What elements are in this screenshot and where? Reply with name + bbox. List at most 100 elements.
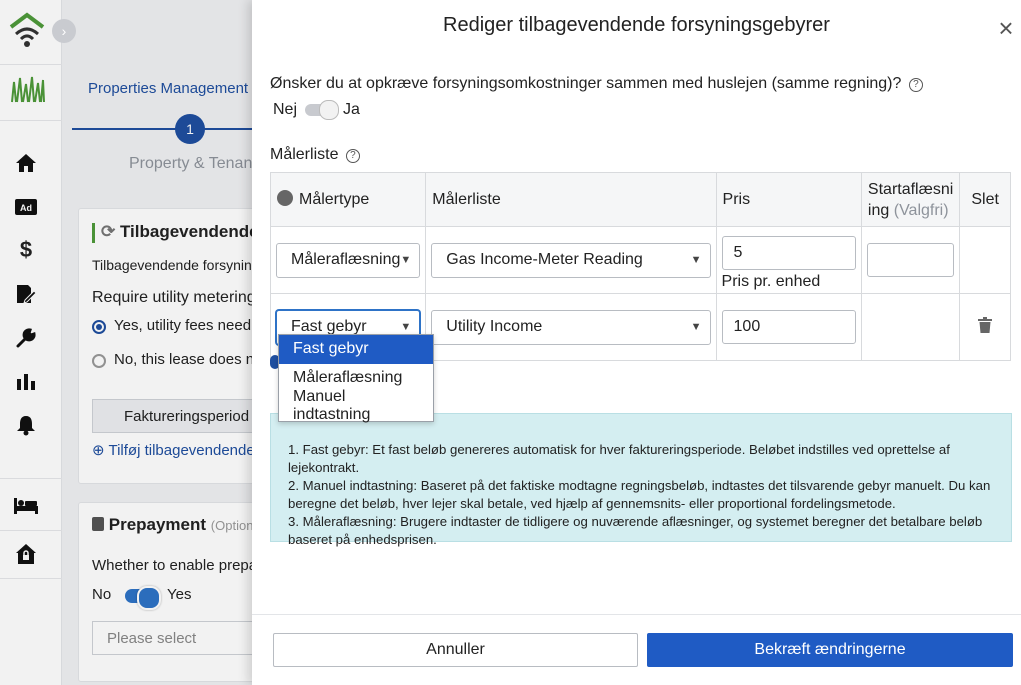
- chevron-down-icon: ▼: [690, 321, 702, 333]
- prepayment-select[interactable]: Please select: [92, 621, 262, 655]
- column-header-start-reading: Startaflæsni ing (Valgfri): [860, 172, 961, 227]
- toggle-yes-label: Ja: [343, 101, 360, 118]
- plus-circle-icon: ⊕: [92, 442, 105, 459]
- delete-cell: [959, 226, 1011, 294]
- start-reading-cell: [860, 226, 961, 294]
- prepayment-toggle[interactable]: [125, 586, 161, 610]
- list-cell: Gas Income-Meter Reading ▼: [425, 226, 717, 294]
- add-recurring-link[interactable]: ⊕ Tilføj tilbagevendende: [92, 441, 255, 459]
- wifi-house-logo-icon[interactable]: [8, 12, 46, 48]
- prepayment-optional-note: (Option: [210, 518, 254, 533]
- chevron-down-icon: ▼: [400, 254, 412, 266]
- sidebar-divider: [0, 530, 62, 531]
- column-header-type: Målertype: [269, 172, 427, 227]
- prepayment-title-text: Prepayment: [108, 515, 207, 534]
- radio-no-label: No, this lease does no: [114, 351, 262, 368]
- step-indicator: 1: [175, 114, 205, 144]
- confirm-changes-button[interactable]: Bekræft ændringerne: [647, 633, 1013, 667]
- price-cell: 100: [715, 293, 862, 361]
- help-icon[interactable]: ?: [908, 78, 923, 92]
- home-icon[interactable]: [13, 150, 39, 176]
- meter-list-label: Målerliste ?: [270, 146, 360, 164]
- meter-list-value: Utility Income: [446, 318, 543, 335]
- list-cell: Utility Income ▼: [425, 293, 717, 361]
- palette-icon: [277, 190, 293, 206]
- meter-list-select[interactable]: Utility Income ▼: [431, 309, 711, 345]
- card-title: ⟳ Tilbagevendende: [101, 222, 259, 242]
- meter-type-select[interactable]: Måleraflæsning ▼: [276, 242, 421, 278]
- prepayment-title: Prepayment (Option: [92, 515, 253, 535]
- bell-icon[interactable]: [13, 412, 39, 438]
- cancel-button[interactable]: Annuller: [273, 633, 638, 667]
- delete-cell: [959, 293, 1011, 361]
- bar-chart-icon[interactable]: [13, 368, 39, 394]
- combine-billing-question: Ønsker du at opkræve forsyningsomkostnin…: [270, 75, 923, 93]
- add-recurring-link-text: Tilføj tilbagevendende: [108, 442, 255, 459]
- prepayment-question: Whether to enable prepa: [92, 557, 258, 574]
- tab-properties-management[interactable]: Properties Management (W: [88, 80, 262, 97]
- meter-list-select[interactable]: Gas Income-Meter Reading ▼: [431, 242, 711, 278]
- grass-logo-icon: [10, 74, 46, 104]
- footer-divider: [252, 614, 1021, 615]
- wallet-icon: [92, 517, 104, 531]
- refresh-icon: ⟳: [101, 222, 116, 241]
- help-icon[interactable]: ?: [345, 149, 360, 163]
- meter-list-value: Gas Income-Meter Reading: [446, 251, 643, 268]
- combine-billing-toggle[interactable]: [305, 100, 340, 120]
- edit-utility-fees-drawer: Rediger tilbagevendende forsyningsgebyre…: [252, 0, 1021, 685]
- meter-table: Målertype Målerliste Pris Startaflæsni i…: [269, 172, 1011, 361]
- info-line-meter-reading: 3. Måleraflæsning: Brugere indtaster de …: [288, 514, 983, 547]
- bed-icon[interactable]: [13, 492, 39, 518]
- trash-icon[interactable]: [978, 316, 993, 338]
- radio-yes-label: Yes, utility fees need t: [114, 317, 260, 334]
- step-label: Property & Tenant: [129, 155, 257, 172]
- dropdown-option-fixed-fee[interactable]: Fast gebyr: [279, 335, 433, 364]
- left-sidebar: Ad $: [0, 0, 62, 685]
- require-metering-label: Require utility metering: [92, 289, 256, 306]
- sidebar-divider: [0, 120, 62, 121]
- combine-billing-question-text: Ønsker du at opkræve forsyningsomkostnin…: [270, 75, 902, 92]
- background-page: Properties Management (W 1 Property & Te…: [62, 0, 262, 685]
- start-reading-optional: (Valgfri): [893, 201, 949, 219]
- column-header-price: Pris: [715, 172, 862, 227]
- column-header-delete: Slet: [959, 172, 1011, 227]
- radio-yes[interactable]: [92, 320, 106, 334]
- toggle-no-label: Nej: [273, 101, 298, 118]
- card-accent: [92, 223, 95, 243]
- card-title-text: Tilbagevendende: [119, 222, 259, 241]
- house-lock-icon[interactable]: [13, 541, 39, 567]
- prepayment-toggle-yes: Yes: [167, 586, 192, 603]
- type-cell: Måleraflæsning ▼: [269, 226, 427, 294]
- start-reading-cell: [860, 293, 961, 361]
- meter-list-label-text: Målerliste: [270, 146, 339, 163]
- chevron-down-icon: ▼: [400, 321, 412, 333]
- dollar-icon[interactable]: $: [13, 237, 39, 263]
- combine-billing-toggle-row: Nej Ja: [273, 100, 360, 120]
- column-header-list: Målerliste: [425, 172, 717, 227]
- billing-period-button[interactable]: Faktureringsperiod: [92, 399, 262, 433]
- stepper-line: [72, 128, 262, 130]
- document-edit-icon[interactable]: [13, 281, 39, 307]
- meter-type-value: Måleraflæsning: [291, 251, 401, 268]
- meter-type-dropdown: Fast gebyr Måleraflæsning Manuel indtast…: [278, 334, 434, 423]
- close-icon[interactable]: ×: [993, 15, 1019, 42]
- prepayment-card: Prepayment (Option Whether to enable pre…: [78, 502, 262, 682]
- chevron-down-icon: ▼: [690, 254, 702, 266]
- table-row: Måleraflæsning ▼ Gas Income-Meter Reading…: [269, 226, 1011, 294]
- dropdown-option-manual-entry[interactable]: Manuel indtastning: [279, 388, 433, 423]
- wrench-icon[interactable]: [13, 325, 39, 351]
- sidebar-divider: [0, 578, 62, 579]
- ad-icon[interactable]: Ad: [13, 194, 39, 220]
- start-reading-input[interactable]: [866, 243, 955, 277]
- start-reading-header-line1: Startaflæsni: [867, 180, 954, 198]
- price-input[interactable]: 5: [721, 235, 856, 270]
- price-input[interactable]: 100: [721, 310, 856, 344]
- collapse-sidebar-button[interactable]: ›: [52, 19, 76, 43]
- svg-text:Ad: Ad: [20, 203, 32, 213]
- table-header-row: Målertype Målerliste Pris Startaflæsni i…: [269, 172, 1011, 227]
- info-box: 1. Fast gebyr: Et fast beløb genereres a…: [270, 413, 1012, 547]
- prepayment-toggle-no: No: [92, 586, 112, 603]
- sidebar-divider: [0, 64, 62, 65]
- recurring-fees-card: ⟳ Tilbagevendende Tilbagevendende forsyn…: [78, 208, 262, 484]
- radio-no[interactable]: [92, 354, 106, 368]
